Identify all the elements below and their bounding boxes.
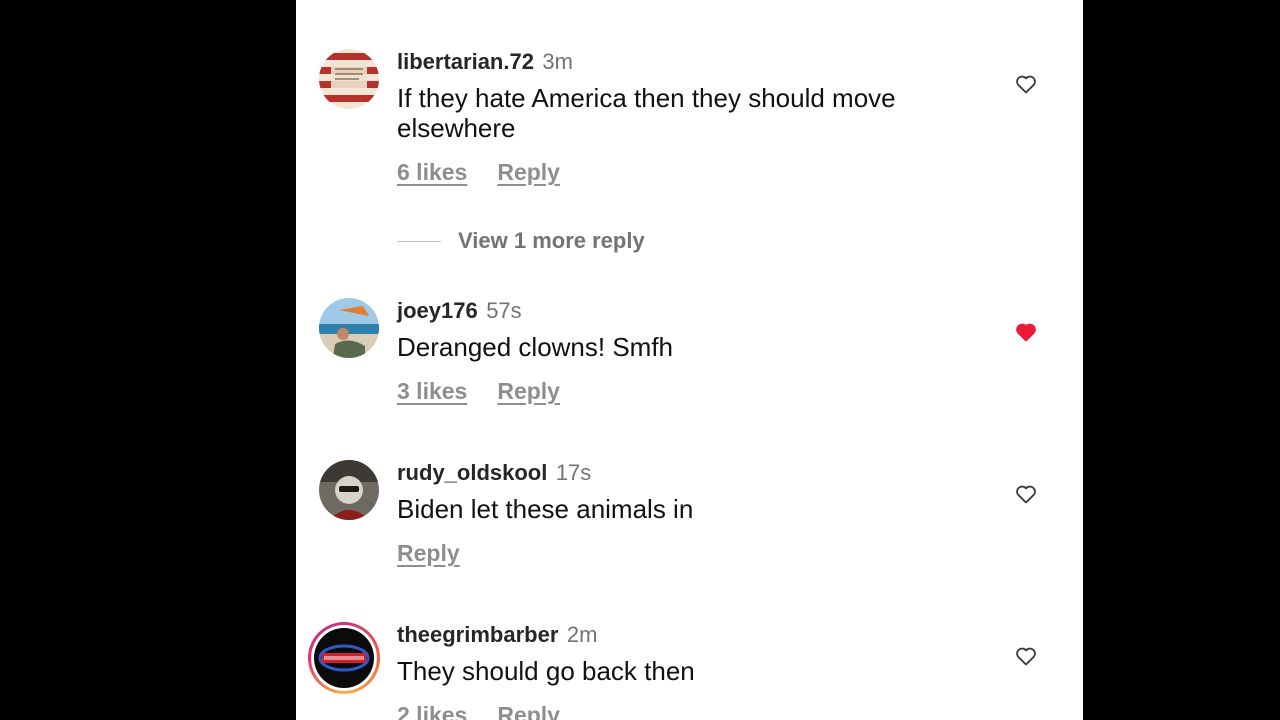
timestamp: 2m bbox=[566, 622, 598, 647]
comment-text: Deranged clowns! Smfh bbox=[397, 332, 674, 362]
username[interactable]: rudy_oldskool bbox=[397, 460, 547, 485]
heart-filled-icon[interactable] bbox=[1014, 320, 1038, 344]
comment-header: theegrimbarber 2m bbox=[397, 624, 597, 646]
reply-button[interactable]: Reply bbox=[497, 378, 560, 404]
comment-actions: Reply bbox=[397, 540, 460, 567]
comment-actions: 2 likes Reply bbox=[397, 702, 560, 720]
comment-actions: 6 likes Reply bbox=[397, 159, 560, 186]
comment-actions: 3 likes Reply bbox=[397, 378, 560, 405]
likes-count-link[interactable]: 2 likes bbox=[397, 702, 467, 720]
view-more-replies-label[interactable]: View 1 more reply bbox=[458, 228, 645, 253]
comment-header: libertarian.72 3m bbox=[397, 51, 573, 73]
reply-button[interactable]: Reply bbox=[497, 702, 560, 720]
comment-text: If they hate America then they should mo… bbox=[397, 83, 896, 143]
likes-count-link[interactable]: 6 likes bbox=[397, 159, 467, 185]
likes-count-link[interactable]: 3 likes bbox=[397, 378, 467, 404]
timestamp: 57s bbox=[486, 298, 522, 323]
comment-header: joey176 57s bbox=[397, 300, 522, 322]
reply-thread-line bbox=[397, 240, 441, 242]
reply-button[interactable]: Reply bbox=[497, 159, 560, 185]
comments-panel: libertarian.72 3m If they hate America t… bbox=[296, 0, 1083, 720]
avatar[interactable] bbox=[319, 49, 379, 109]
avatar[interactable] bbox=[319, 298, 379, 358]
timestamp: 3m bbox=[542, 49, 573, 74]
heart-outline-icon[interactable] bbox=[1014, 482, 1038, 506]
avatar-story-ring[interactable] bbox=[308, 622, 380, 694]
timestamp: 17s bbox=[555, 460, 592, 485]
comment-text: Biden let these animals in bbox=[397, 494, 694, 524]
username[interactable]: libertarian.72 bbox=[397, 49, 534, 74]
heart-outline-icon[interactable] bbox=[1014, 644, 1038, 668]
reply-button[interactable]: Reply bbox=[397, 540, 460, 566]
comment-text: They should go back then bbox=[397, 656, 695, 686]
comment-header: rudy_oldskool 17s bbox=[397, 462, 591, 484]
view-more-replies[interactable]: View 1 more reply bbox=[397, 228, 645, 254]
username[interactable]: joey176 bbox=[397, 298, 478, 323]
heart-outline-icon[interactable] bbox=[1014, 72, 1038, 96]
username[interactable]: theegrimbarber bbox=[397, 622, 558, 647]
avatar[interactable] bbox=[319, 460, 379, 520]
